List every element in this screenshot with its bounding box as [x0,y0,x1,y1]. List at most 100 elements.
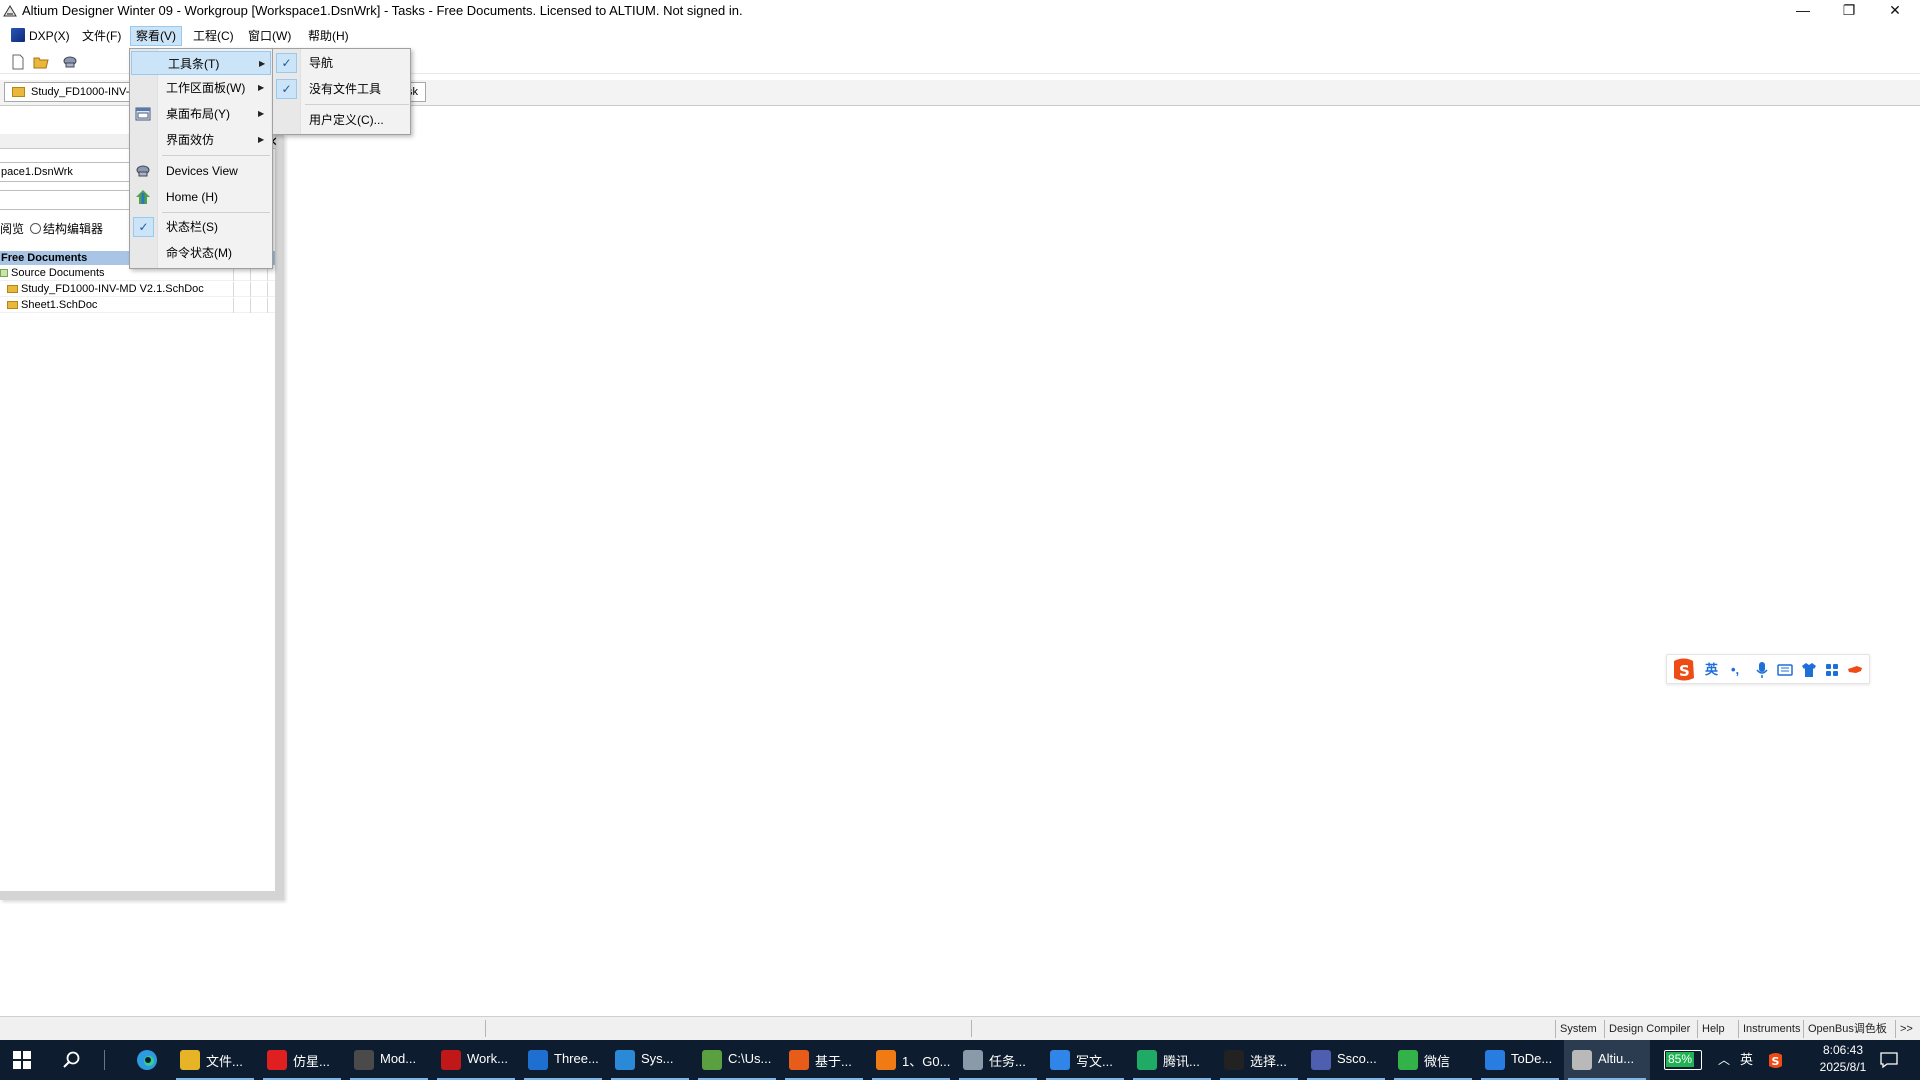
menu-item-no-document-tools[interactable]: ✓ 没有文件工具 [273,77,410,101]
menu-item-status-bar[interactable]: ✓ 状态栏(S) [130,215,272,239]
search-icon[interactable] [63,1051,81,1069]
taskbar-app[interactable]: Ssco... [1303,1040,1389,1080]
ime-language-toggle[interactable]: 英 [1705,661,1718,679]
new-document-icon[interactable] [10,54,26,70]
menu-item-devices-view[interactable]: Devices View [130,159,272,183]
ime-toolbar: S 英 •, [1666,654,1870,684]
menu-item-ui-emulation[interactable]: 界面效仿 ▶ [130,128,272,152]
sogou-logo-icon[interactable]: S [1671,657,1697,683]
app-icon [528,1050,548,1070]
taskbar-app[interactable]: 任务... [955,1040,1041,1080]
devices-icon[interactable] [62,54,78,70]
tray-chevron-up-icon[interactable]: ︿ [1718,1040,1730,1080]
menu-item-command-status[interactable]: 命令状态(M) [130,241,272,265]
taskbar-app[interactable]: Sys... [607,1040,693,1080]
file-view-radio-label[interactable]: 阅览 [0,222,24,236]
taskbar-app[interactable]: Mod... [346,1040,432,1080]
taskbar-app[interactable]: 1、G0... [868,1040,954,1080]
check-icon: ✓ [276,53,297,73]
menu-dxp[interactable]: DXP(X) [6,26,75,46]
windows-start-icon[interactable] [13,1051,31,1069]
taskbar-app[interactable]: 仿星... [259,1040,345,1080]
taskbar-app-label: 文件... [206,1054,243,1069]
taskbar-app-label: Altiu... [1598,1051,1635,1066]
taskbar-app[interactable]: Three... [520,1040,606,1080]
app-icon [702,1050,722,1070]
tree-item-study-schdoc[interactable]: Study_FD1000-INV-MD V2.1.SchDoc [0,282,275,297]
schematic-doc-icon [7,301,18,309]
menu-help[interactable]: 帮助(H) [303,26,354,46]
menu-item-workspace-panels[interactable]: 工作区面板(W) ▶ [130,76,272,100]
toolbars-submenu: ✓ 导航 ✓ 没有文件工具 用户定义(C)... [272,48,411,135]
mic-icon[interactable] [1755,661,1769,679]
column-divider [267,298,268,313]
panel-button-instruments[interactable]: Instruments [1738,1020,1804,1038]
panel-button-system[interactable]: System [1555,1020,1601,1038]
submenu-arrow-icon: ▶ [258,109,265,118]
battery-percent: 85% [1668,1052,1693,1066]
menu-bar: DXP(X) 文件(F) 察看(V) 工程(C) 窗口(W) 帮助(H) ▼ ▼… [0,25,1920,70]
panel-button-design-compiler[interactable]: Design Compiler [1604,1020,1694,1038]
edge-browser-icon[interactable] [136,1049,158,1071]
restore-button[interactable]: ❐ [1826,0,1872,22]
taskbar-app[interactable]: C:\Us... [694,1040,780,1080]
panel-button-openbus-palette[interactable]: OpenBus调色板 [1803,1020,1891,1038]
taskbar-app[interactable]: 腾讯... [1129,1040,1215,1080]
battery-icon[interactable]: 85% [1664,1050,1702,1070]
app-icon [876,1050,896,1070]
tree-item-sheet1-schdoc[interactable]: Sheet1.SchDoc [0,298,275,313]
notification-icon[interactable] [1880,1051,1898,1069]
column-divider [250,298,251,313]
folder-icon [0,269,8,277]
menu-item-label: Home (H) [166,190,219,204]
menu-item-label: 用户定义(C)... [309,113,384,127]
taskbar-app-label: Work... [467,1051,508,1066]
tray-language-indicator[interactable]: 英 [1740,1040,1753,1080]
ime-punctuation-toggle[interactable]: •, [1731,661,1739,679]
taskbar-app[interactable]: Work... [433,1040,519,1080]
menu-file[interactable]: 文件(F) [77,26,126,46]
taskbar-app[interactable]: 微信 [1390,1040,1476,1080]
menu-item-navigation[interactable]: ✓ 导航 [273,51,410,75]
taskbar-app-label: Three... [554,1051,599,1066]
app-icon [267,1050,287,1070]
structure-editor-label[interactable]: 结构编辑器 [43,222,103,236]
clock-time: 8:06:43 [1822,1043,1864,1057]
home-icon [136,190,150,204]
menu-item-label: 状态栏(S) [166,220,218,234]
menu-item-customize[interactable]: 用户定义(C)... [273,108,410,132]
close-button[interactable]: ✕ [1872,0,1918,22]
menu-item-home[interactable]: Home (H) [130,185,272,209]
menu-project[interactable]: 工程(C) [188,26,239,46]
menu-item-desktop-layouts[interactable]: 桌面布局(Y) ▶ [130,102,272,126]
menu-window[interactable]: 窗口(W) [243,26,296,46]
app-icon [354,1050,374,1070]
grid-icon[interactable] [1825,661,1839,679]
taskbar-app[interactable]: Altiu... [1564,1040,1650,1080]
menu-view[interactable]: 察看(V) [130,26,182,46]
panel-button-help[interactable]: Help [1697,1020,1729,1038]
submenu-arrow-icon: ▶ [259,59,266,68]
panel-button-more[interactable]: >> [1895,1020,1917,1038]
minimize-button[interactable]: — [1780,0,1826,22]
keyboard-icon[interactable] [1777,661,1793,679]
taskbar-app[interactable]: ToDe... [1477,1040,1563,1080]
taskbar-app[interactable]: 写文... [1042,1040,1128,1080]
taskbar-app[interactable]: 文件... [172,1040,258,1080]
workspace-selector[interactable]: pace1.DsnWrk [0,162,140,182]
tray-clock[interactable]: 8:06:43 2025/8/1 [1800,1042,1886,1078]
menu-item-label: 工具条(T) [168,57,220,71]
status-divider [485,1020,486,1037]
taskbar-app[interactable]: 选择... [1216,1040,1302,1080]
structure-editor-radio[interactable] [30,223,42,234]
column-divider [233,298,234,313]
menu-item-toolbars[interactable]: 工具条(T) ▶ [131,51,271,75]
project-selector[interactable] [0,190,140,210]
open-folder-icon[interactable] [33,54,49,70]
document-tab-schematic[interactable]: Study_FD1000-INV-M [4,82,134,102]
taskbar-app[interactable]: 基于... [781,1040,867,1080]
taskbar-app-label: 仿星... [293,1054,330,1069]
sogou-tray-icon[interactable]: S [1767,1052,1784,1069]
shirt-icon[interactable] [1801,661,1817,679]
tool-icon[interactable] [1847,661,1863,679]
